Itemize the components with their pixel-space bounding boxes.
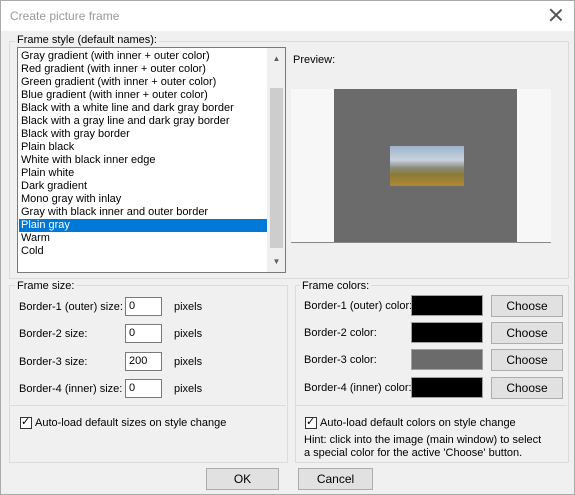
color-swatch [411, 349, 483, 370]
color-swatch [411, 322, 483, 343]
color-row-label: Border-3 color: [304, 354, 377, 366]
list-item[interactable]: Gray gradient (with inner + outer color) [21, 50, 267, 63]
list-item[interactable]: Plain black [21, 141, 267, 154]
size-row-label: Border-2 size: [19, 328, 88, 340]
close-icon[interactable] [548, 7, 564, 23]
list-item[interactable]: Plain gray [19, 219, 267, 232]
color-swatch [411, 377, 483, 398]
size-unit-label: pixels [174, 328, 203, 340]
autoload-sizes-label[interactable]: Auto-load default sizes on style change [35, 417, 226, 429]
frame-size-label: Frame size: [15, 280, 77, 292]
window-title: Create picture frame [10, 9, 120, 23]
preview-area [291, 89, 551, 243]
frame-size-divider [9, 405, 286, 406]
choose-color-button[interactable]: Choose [491, 322, 563, 344]
color-row-label: Border-4 (inner) color: [304, 382, 412, 394]
list-item[interactable]: Blue gradient (with inner + outer color) [21, 89, 267, 102]
list-item[interactable]: Red gradient (with inner + outer color) [21, 63, 267, 76]
size-unit-label: pixels [174, 301, 203, 313]
scroll-up-icon[interactable]: ▲ [268, 50, 285, 67]
frame-colors-label: Frame colors: [300, 280, 372, 292]
choose-color-button[interactable]: Choose [491, 295, 563, 317]
size-row-label: Border-4 (inner) size: [19, 383, 123, 395]
autoload-colors-label[interactable]: Auto-load default colors on style change [320, 417, 516, 429]
preview-label: Preview: [293, 54, 336, 66]
choose-color-button[interactable]: Choose [491, 349, 563, 371]
dialog-window: Create picture frame Frame style (defaul… [0, 0, 575, 495]
list-item[interactable]: Dark gradient [21, 180, 267, 193]
autoload-colors-checkbox[interactable] [305, 415, 317, 429]
autoload-sizes-checkbox[interactable] [20, 415, 32, 429]
color-row-label: Border-2 color: [304, 327, 377, 339]
list-item[interactable]: Warm [21, 232, 267, 245]
hint-text: Hint: click into the image (main window)… [304, 434, 542, 459]
list-item[interactable]: Mono gray with inlay [21, 193, 267, 206]
frame-style-label: Frame style (default names): [15, 34, 159, 46]
size-unit-label: pixels [174, 383, 203, 395]
size-input[interactable]: 0 [125, 297, 162, 316]
preview-frame [334, 89, 517, 242]
list-item[interactable]: Black with gray border [21, 128, 267, 141]
size-row-label: Border-1 (outer) size: [19, 301, 123, 313]
list-item[interactable]: Black with a gray line and dark gray bor… [21, 115, 267, 128]
size-input[interactable]: 200 [125, 352, 162, 371]
ok-button[interactable]: OK [206, 468, 279, 490]
color-swatch [411, 295, 483, 316]
choose-color-button[interactable]: Choose [491, 377, 563, 399]
title-bar: Create picture frame [1, 1, 574, 31]
size-unit-label: pixels [174, 356, 203, 368]
list-item[interactable]: Plain white [21, 167, 267, 180]
cancel-button[interactable]: Cancel [298, 468, 373, 490]
preview-image [390, 146, 464, 186]
size-input[interactable]: 0 [125, 379, 162, 398]
list-item[interactable]: Green gradient (with inner + outer color… [21, 76, 267, 89]
list-scrollbar[interactable]: ▲ ▼ [267, 48, 285, 272]
scroll-down-icon[interactable]: ▼ [268, 253, 285, 270]
frame-colors-divider [295, 405, 567, 406]
scroll-thumb[interactable] [270, 88, 283, 248]
list-item[interactable]: Gray with black inner and outer border [21, 206, 267, 219]
size-row-label: Border-3 size: [19, 356, 88, 368]
list-item[interactable]: Cold [21, 245, 267, 258]
size-input[interactable]: 0 [125, 324, 162, 343]
color-row-label: Border-1 (outer) color: [304, 300, 413, 312]
list-item[interactable]: Black with a white line and dark gray bo… [21, 102, 267, 115]
list-item[interactable]: White with black inner edge [21, 154, 267, 167]
frame-style-list[interactable]: Gray gradient (with inner + outer color)… [17, 47, 286, 273]
